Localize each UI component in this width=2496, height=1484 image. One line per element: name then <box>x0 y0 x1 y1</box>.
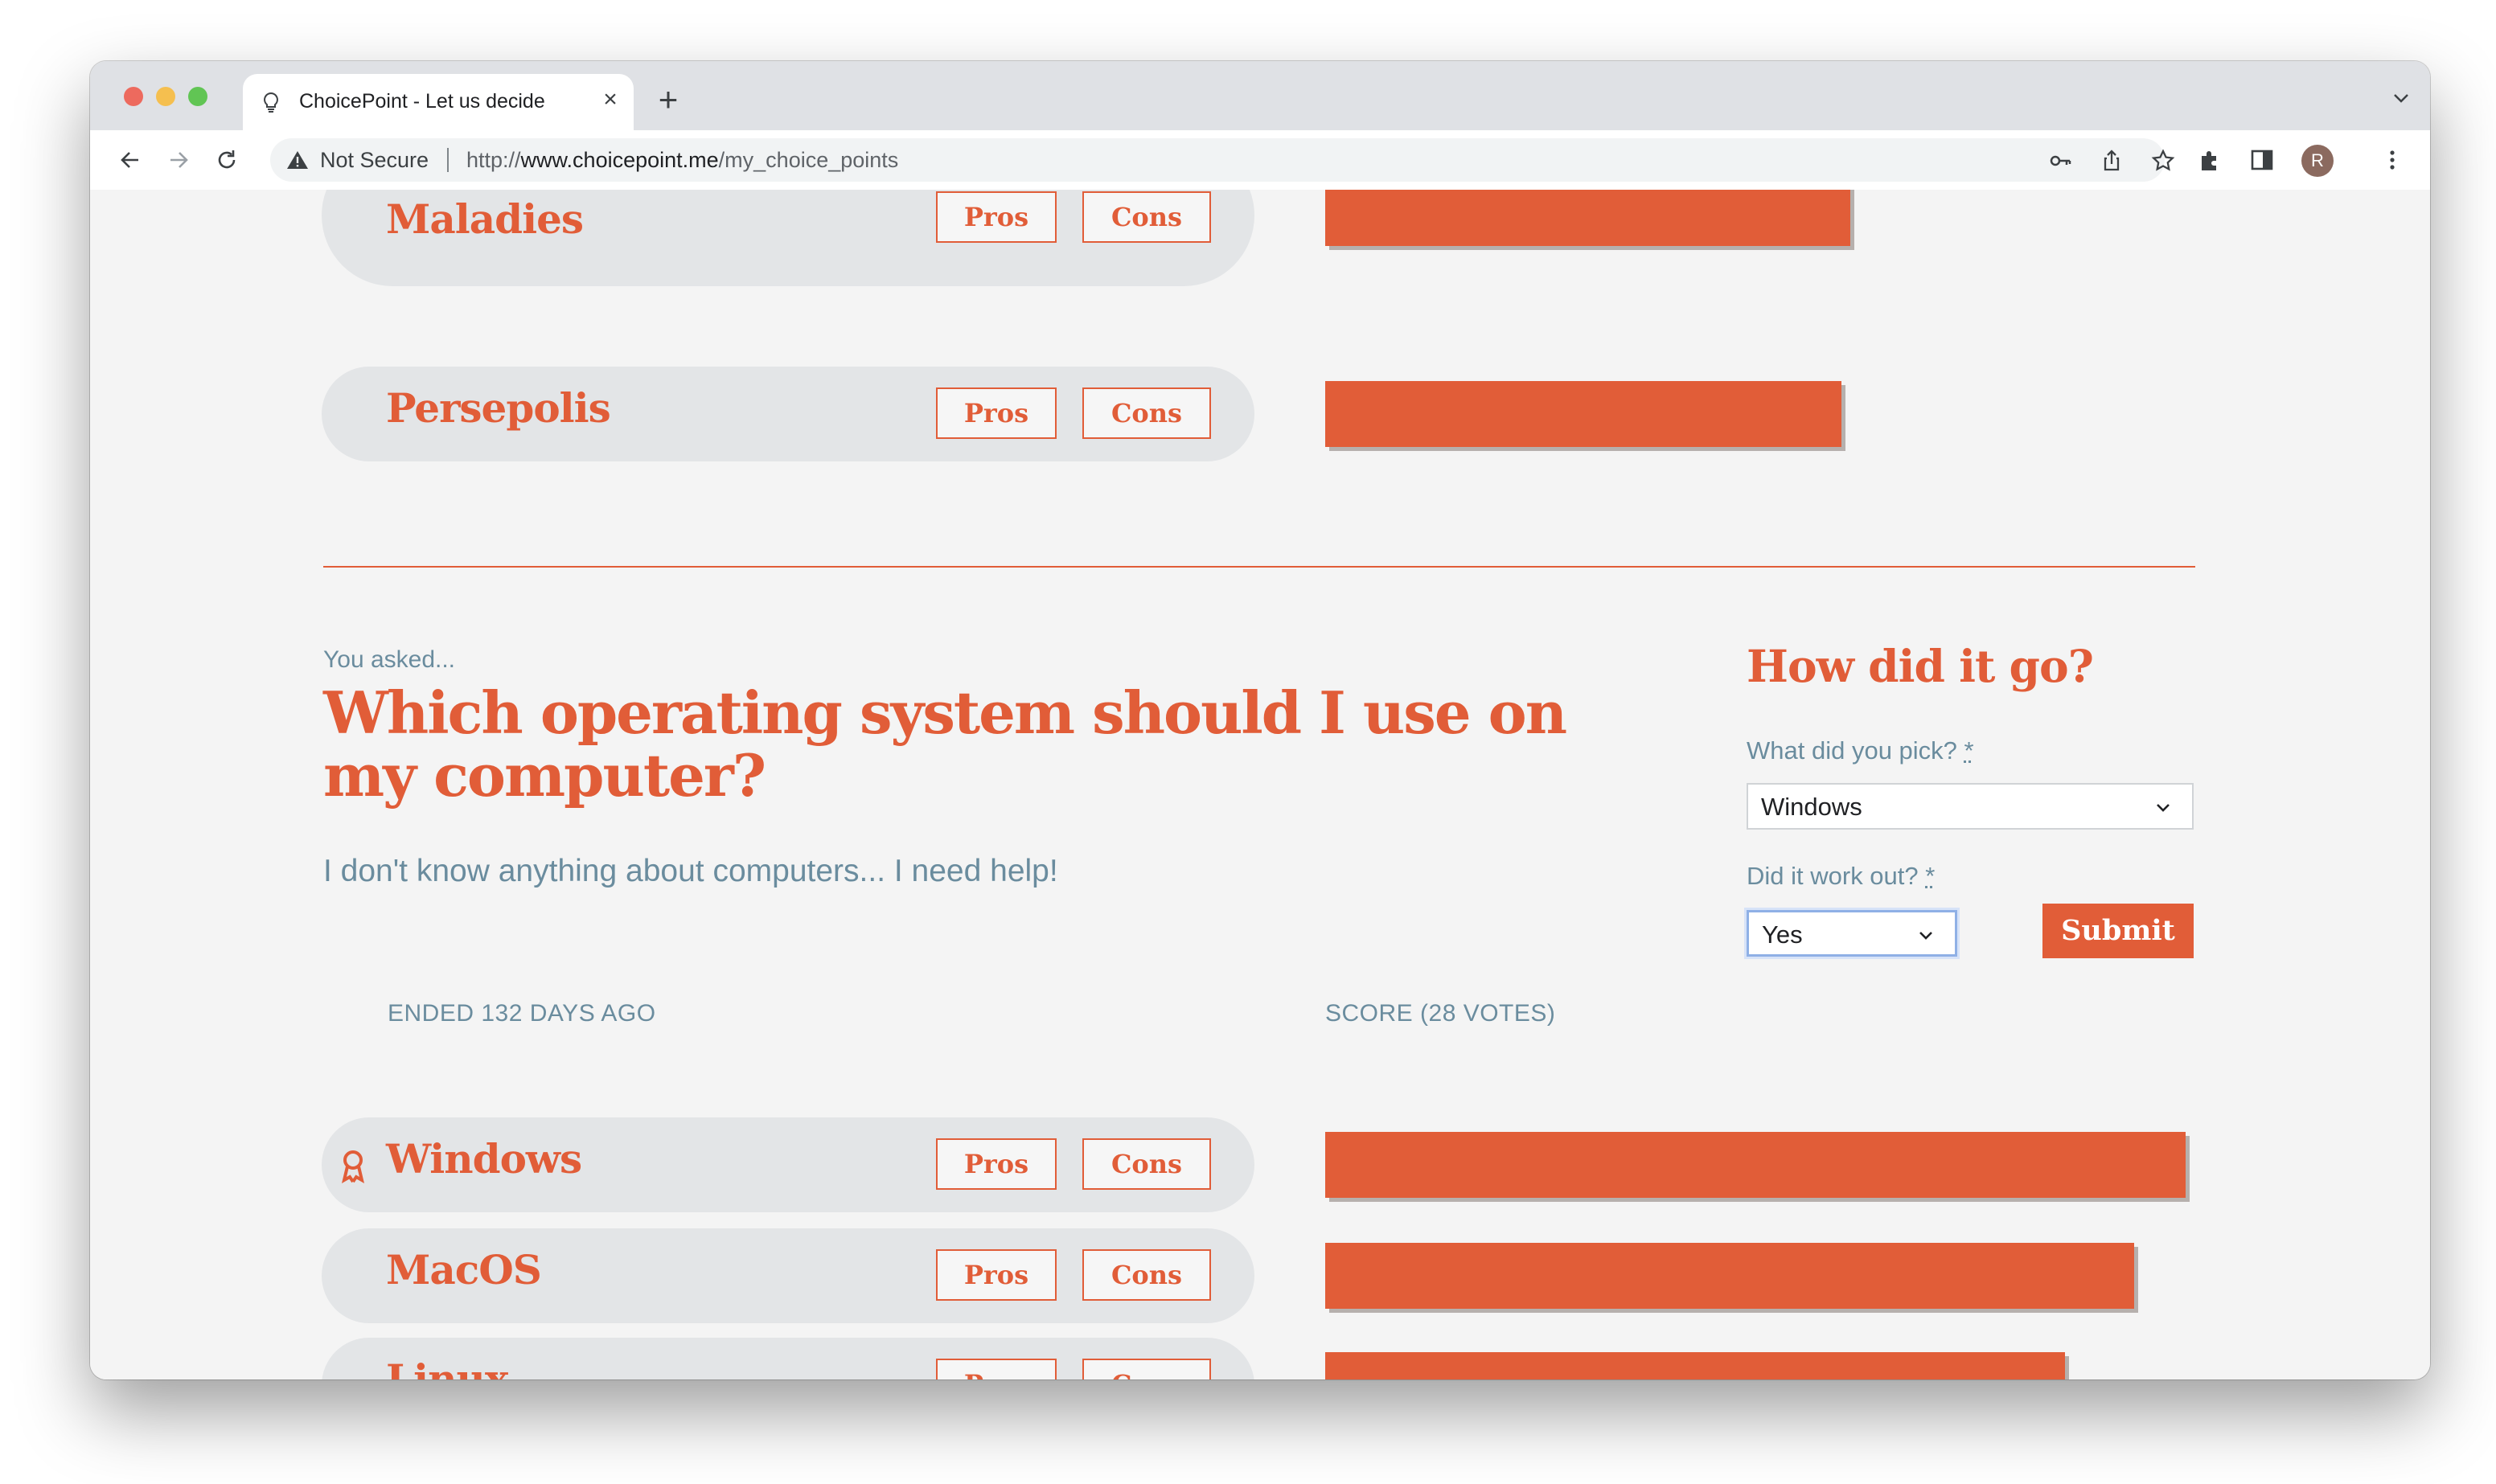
close-window-button[interactable] <box>124 87 143 106</box>
side-panel-icon[interactable] <box>2248 146 2276 174</box>
section-divider <box>323 566 2195 568</box>
score-bar <box>1325 1132 2186 1198</box>
question-description: I don't know anything about computers...… <box>323 854 1058 888</box>
tab-strip: ChoicePoint - Let us decide × + <box>90 61 2430 130</box>
key-icon[interactable] <box>2047 148 2073 174</box>
question-title: Which operating system should I use on m… <box>323 678 1567 810</box>
share-icon[interactable] <box>2099 148 2124 174</box>
required-mark: * <box>1925 862 1936 890</box>
active-tab[interactable]: ChoicePoint - Let us decide × <box>243 74 634 130</box>
score-bar <box>1325 190 1850 246</box>
forward-arrow-icon[interactable] <box>162 144 195 176</box>
award-ribbon-icon <box>342 1150 364 1184</box>
profile-avatar[interactable]: R <box>2301 145 2334 177</box>
pick-label: What did you pick? * <box>1747 736 1974 765</box>
chevron-down-icon[interactable] <box>2390 88 2412 108</box>
cons-button[interactable]: Cons <box>1082 387 1211 439</box>
new-tab-button[interactable]: + <box>650 82 687 119</box>
pick-select-value: Windows <box>1761 793 1862 821</box>
worked-select[interactable]: Yes <box>1747 910 1957 957</box>
option-row: The Emperor of All Maladies Pros Cons <box>322 190 1254 286</box>
url-host: www.choicepoint.me <box>520 148 719 172</box>
page-content: The Emperor of All Maladies Pros Cons Pe… <box>90 190 2430 1379</box>
you-asked-label: You asked... <box>323 646 456 673</box>
address-bar[interactable]: Not Secure http://www.choicepoint.me/my_… <box>270 138 2175 182</box>
close-tab-icon[interactable]: × <box>597 85 624 114</box>
option-name: Persepolis <box>386 384 611 432</box>
extensions-puzzle-icon[interactable] <box>2197 146 2224 174</box>
cons-button[interactable]: Cons <box>1082 1249 1211 1301</box>
chevron-down-icon <box>1919 932 1932 940</box>
option-row: Persepolis Pros Cons <box>322 367 1254 461</box>
url-text[interactable]: http://www.choicepoint.me/my_choice_poin… <box>466 148 898 173</box>
option-name: MacOS <box>386 1246 542 1293</box>
cons-button[interactable]: Cons <box>1082 191 1211 243</box>
kebab-menu-icon[interactable] <box>2379 146 2406 174</box>
option-name: The Emperor of All Maladies <box>386 195 584 243</box>
option-row: Windows Pros Cons <box>322 1117 1254 1212</box>
warning-icon[interactable] <box>286 150 309 170</box>
score-bar <box>1325 1352 2065 1379</box>
minimize-window-button[interactable] <box>156 87 175 106</box>
pick-label-text: What did you pick? <box>1747 736 1957 765</box>
required-mark: * <box>1964 736 1974 765</box>
reload-icon[interactable] <box>211 144 243 176</box>
option-row: MacOS Pros Cons <box>322 1228 1254 1323</box>
score-bar <box>1325 1243 2134 1309</box>
status-label: ENDED 132 DAYS AGO <box>388 1000 656 1027</box>
tab-title: ChoicePoint - Let us decide <box>299 90 545 113</box>
back-arrow-icon[interactable] <box>114 144 146 176</box>
lightbulb-icon <box>264 92 278 113</box>
pros-button[interactable]: Pros <box>936 387 1057 439</box>
pros-button[interactable]: Pros <box>936 1249 1057 1301</box>
browser-toolbar: Not Secure http://www.choicepoint.me/my_… <box>90 130 2430 191</box>
security-label: Not Secure <box>320 148 429 172</box>
chevron-down-icon <box>2157 804 2170 812</box>
feedback-heading: How did it go? <box>1747 640 2094 692</box>
pros-button[interactable]: Pros <box>936 191 1057 243</box>
zoom-window-button[interactable] <box>188 87 207 106</box>
bookmark-star-icon[interactable] <box>2150 148 2176 174</box>
cons-button[interactable]: Cons <box>1082 1359 1211 1379</box>
worked-label-text: Did it work out? <box>1747 862 1919 890</box>
url-path: /my_choice_points <box>718 148 899 172</box>
option-row: Linux Pros Cons <box>322 1338 1254 1379</box>
cons-button[interactable]: Cons <box>1082 1138 1211 1190</box>
url-separator <box>447 148 449 172</box>
url-prefix: http:// <box>466 148 521 172</box>
pros-button[interactable]: Pros <box>936 1138 1057 1190</box>
pros-button[interactable]: Pros <box>936 1359 1057 1379</box>
score-header: SCORE (28 VOTES) <box>1325 1000 1556 1027</box>
submit-button[interactable]: Submit <box>2042 904 2194 958</box>
option-name: Linux <box>386 1355 509 1379</box>
worked-select-value: Yes <box>1762 920 1803 949</box>
pick-select[interactable]: Windows <box>1747 783 2194 830</box>
worked-label: Did it work out? * <box>1747 862 1935 891</box>
option-name: Windows <box>386 1135 582 1183</box>
score-bar <box>1325 381 1841 447</box>
browser-window: ChoicePoint - Let us decide × + Not Secu… <box>90 61 2430 1379</box>
